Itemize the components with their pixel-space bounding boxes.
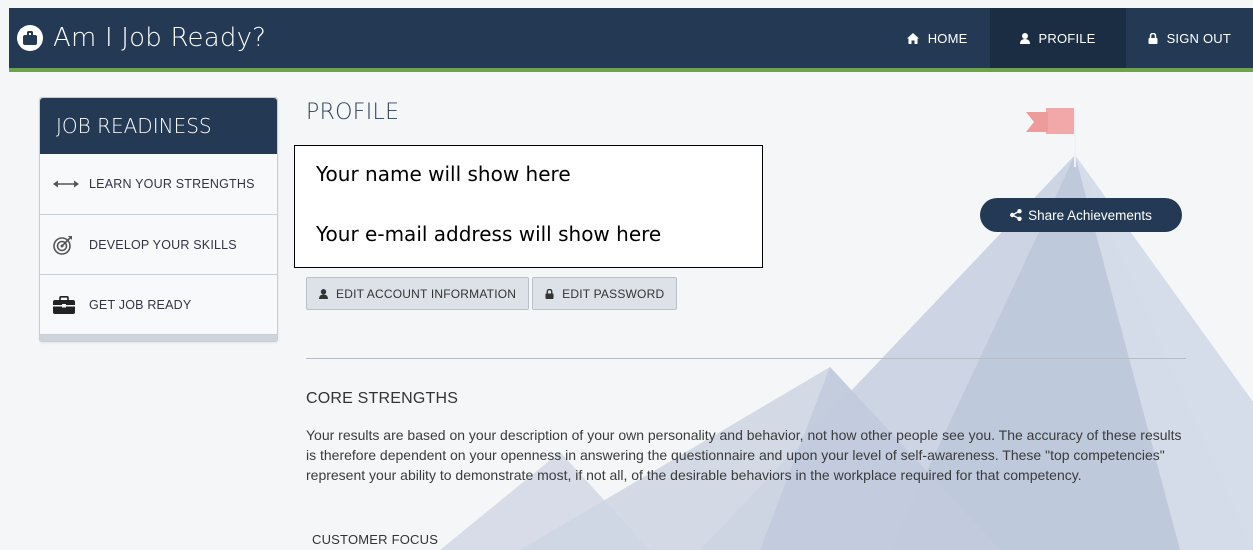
edit-password-button[interactable]: EDIT PASSWORD [532, 277, 678, 310]
sidebar: JOB READINESS LEARN YOUR STRENGTHS DEVEL… [39, 97, 278, 342]
sidebar-item-develop-skills[interactable]: DEVELOP YOUR SKILLS [40, 215, 277, 275]
share-label: Share Achievements [1028, 207, 1152, 223]
edit-account-label: EDIT ACCOUNT INFORMATION [336, 286, 517, 301]
sidebar-item-label: LEARN YOUR STRENGTHS [89, 177, 255, 191]
nav-home[interactable]: HOME [885, 8, 990, 68]
nav-sign-out[interactable]: SIGN OUT [1126, 8, 1253, 68]
page-title: PROFILE [306, 100, 400, 125]
briefcase-logo-icon [17, 25, 43, 51]
briefcase-icon [53, 295, 79, 314]
sidebar-item-get-job-ready[interactable]: GET JOB READY [40, 275, 277, 335]
home-icon [906, 32, 919, 44]
sidebar-item-label: GET JOB READY [89, 297, 192, 312]
section-divider [306, 358, 1186, 359]
profile-info-box: Your name will show here Your e-mail add… [294, 145, 763, 268]
brand[interactable]: Am I Job Ready? [17, 23, 266, 53]
nav-profile-label: PROFILE [1038, 30, 1096, 46]
edit-password-label: EDIT PASSWORD [562, 286, 665, 301]
profile-actions: EDIT ACCOUNT INFORMATION EDIT PASSWORD [306, 277, 680, 310]
user-icon [1019, 32, 1030, 44]
nav-home-label: HOME [927, 30, 968, 46]
sidebar-footer [40, 335, 277, 341]
app-title: Am I Job Ready? [53, 23, 267, 53]
arrows-horizontal-icon [53, 180, 79, 188]
nav-profile[interactable]: PROFILE [989, 8, 1126, 68]
target-icon [53, 235, 79, 255]
core-strengths-text: Your results are based on your descripti… [306, 427, 1182, 483]
sidebar-title: JOB READINESS [40, 98, 277, 154]
sidebar-item-label: DEVELOP YOUR SKILLS [89, 237, 237, 252]
lock-icon [545, 288, 554, 299]
competency-title: CUSTOMER FOCUS [312, 532, 439, 547]
nav-menu: HOME PROFILE SIGN OUT [885, 8, 1253, 68]
share-icon [1010, 209, 1022, 221]
profile-email: Your e-mail address will show here [316, 222, 662, 246]
user-icon [319, 288, 328, 299]
sidebar-item-learn-strengths[interactable]: LEARN YOUR STRENGTHS [40, 154, 277, 215]
top-navbar: Am I Job Ready? HOME PROFILE SIGN OUT [9, 8, 1253, 68]
edit-account-button[interactable]: EDIT ACCOUNT INFORMATION [306, 277, 530, 310]
core-strengths-title: CORE STRENGTHS [306, 390, 459, 407]
lock-icon [1148, 32, 1158, 44]
share-achievements-button[interactable]: Share Achievements [980, 198, 1182, 232]
profile-name: Your name will show here [316, 162, 571, 186]
profile-main: PROFILE Your name will show here Your e-… [294, 100, 1196, 547]
nav-sign-out-label: SIGN OUT [1166, 30, 1231, 46]
